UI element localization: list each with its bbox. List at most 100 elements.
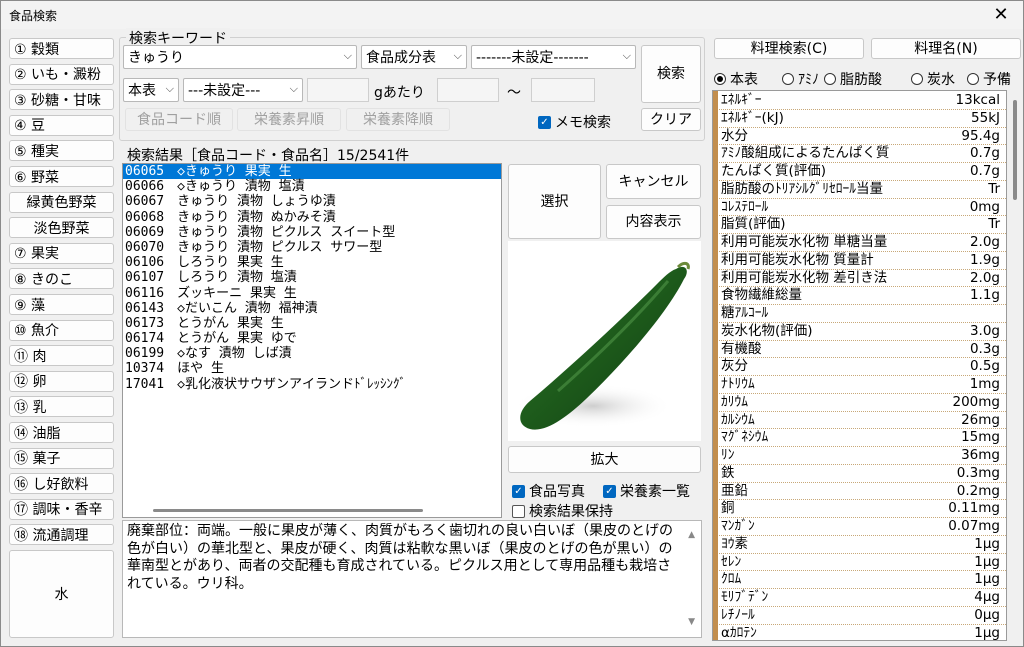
nutrient-row[interactable]: 水分 95.4g: [719, 128, 1006, 146]
nutrient-row[interactable]: ﾚﾁﾉｰﾙ 0μg: [719, 607, 1006, 625]
nutrient-row[interactable]: ｸﾛﾑ 1μg: [719, 571, 1006, 590]
nutrient-select-2[interactable]: ---未設定--- ⌵: [183, 78, 303, 102]
nutrient-list[interactable]: ｴﾈﾙｷﾞｰ 13kcal ｴﾈﾙｷﾞｰ(kJ) 55kJ 水分 95.4g ｱﾐﾉ酸組成に…: [712, 90, 1007, 641]
results-list[interactable]: 06065 ◇きゅうり 果実 生 06066 ◇きゅうり 漬物 塩漬 06067 き…: [122, 163, 502, 518]
nutrient-row[interactable]: ｴﾈﾙｷﾞｰ(kJ) 55kJ: [719, 110, 1006, 128]
category-button[interactable]: 淡色野菜: [9, 217, 114, 239]
nutrient-row[interactable]: ｺﾚｽﾃﾛｰﾙ 0mg: [719, 199, 1006, 217]
table-radio[interactable]: 予備: [967, 69, 1011, 89]
nutrient-row[interactable]: 脂肪酸のﾄﾘｱｼﾙｸﾞﾘｾﾛｰﾙ当量 Tr: [719, 181, 1006, 199]
scrollbar-thumb[interactable]: [1013, 100, 1017, 200]
category-button[interactable]: ⑪ 肉: [9, 345, 114, 367]
result-list-item[interactable]: 06067 きゅうり 漬物 しょうゆ漬: [123, 194, 501, 209]
category-button[interactable]: ① 穀類: [9, 38, 114, 59]
scroll-up-icon[interactable]: ▲: [688, 527, 695, 545]
nutrient-row[interactable]: ﾓﾘﾌﾞﾃﾞﾝ 4μg: [719, 589, 1006, 607]
nutrient-row[interactable]: ｾﾚﾝ 1μg: [719, 554, 1006, 572]
nutrient-row[interactable]: 鉄 0.3mg: [719, 465, 1006, 483]
sort-code-button[interactable]: 食品コード順: [125, 108, 233, 131]
category-button[interactable]: ② いも・澱粉: [9, 63, 114, 85]
nutrient-row[interactable]: ﾅﾄﾘｳﾑ 1mg: [719, 376, 1006, 394]
category-button[interactable]: ⑨ 藻: [9, 294, 114, 315]
search-button[interactable]: 検索: [641, 45, 701, 103]
keyword-input[interactable]: きゅうり ⌵: [123, 45, 357, 69]
result-list-item[interactable]: 06068 きゅうり 漬物 ぬかみそ漬: [123, 210, 501, 225]
cancel-button[interactable]: キャンセル: [606, 164, 701, 199]
category-button[interactable]: ⑬ 乳: [9, 396, 114, 418]
nutrient-row[interactable]: ｴﾈﾙｷﾞｰ 13kcal: [719, 92, 1006, 110]
horizontal-scrollbar[interactable]: [153, 509, 423, 512]
keep-results-checkbox[interactable]: 検索結果保持: [512, 501, 613, 521]
result-list-item[interactable]: 06199 ◇なす 漬物 しば漬: [123, 346, 501, 361]
nutrient-row[interactable]: 利用可能炭水化物 差引き法 2.0g: [719, 270, 1006, 288]
scroll-down-icon[interactable]: ▼: [688, 614, 695, 632]
result-list-item[interactable]: 10374 ほや 生: [123, 361, 501, 376]
nutrient-select[interactable]: -------未設定------- ⌵: [471, 45, 636, 69]
result-list-item[interactable]: 06065 ◇きゅうり 果実 生: [123, 164, 501, 180]
table-radio[interactable]: 本表: [714, 69, 758, 89]
table-radio[interactable]: 炭水: [911, 69, 955, 89]
category-button[interactable]: ⑦ 果実: [9, 242, 114, 264]
nutrient-row[interactable]: 脂質(評価) Tr: [719, 216, 1006, 235]
recipe-search-button[interactable]: 料理検索(C): [714, 38, 864, 59]
result-list-item[interactable]: 06107 しろうり 漬物 塩漬: [123, 270, 501, 285]
result-list-item[interactable]: 06116 ズッキーニ 果実 生: [123, 286, 501, 301]
select-button[interactable]: 選択: [508, 164, 601, 239]
category-button[interactable]: ⑧ きのこ: [9, 268, 114, 290]
nutrient-row[interactable]: たんぱく質(評価) 0.7g: [719, 163, 1006, 181]
range-max-field[interactable]: [531, 78, 595, 102]
category-button[interactable]: ⑩ 魚介: [9, 319, 114, 341]
nutrient-row[interactable]: ｶﾘｳﾑ 200mg: [719, 394, 1006, 412]
clear-button[interactable]: クリア: [641, 108, 701, 131]
range-min-field[interactable]: [437, 78, 499, 102]
result-list-item[interactable]: 06066 ◇きゅうり 漬物 塩漬: [123, 179, 501, 194]
memo-textarea[interactable]: 廃棄部位：両端。一般に果皮が薄く、肉質がもろく歯切れの良い白いぼ（果皮のとげの色…: [122, 520, 702, 638]
table-radio[interactable]: 脂肪酸: [824, 69, 882, 89]
nutrient-row[interactable]: 有機酸 0.3g: [719, 341, 1006, 359]
table-select-2[interactable]: 本表 ⌵: [123, 78, 179, 102]
result-list-item[interactable]: 06143 ◇だいこん 漬物 福神漬: [123, 301, 501, 316]
nutrient-row[interactable]: 食物繊維総量 1.1g: [719, 287, 1006, 306]
amount-field[interactable]: [307, 78, 369, 102]
nutrient-row[interactable]: 糖ｱﾙｺｰﾙ: [719, 305, 1006, 323]
close-icon[interactable]: ✕: [989, 4, 1013, 25]
nutrient-row[interactable]: ﾖｳ素 1μg: [719, 536, 1006, 554]
nutrient-scrollbar[interactable]: [1009, 90, 1021, 641]
category-button[interactable]: ⑫ 卵: [9, 370, 114, 392]
nutrient-row[interactable]: ﾏｸﾞﾈｼｳﾑ 15mg: [719, 429, 1006, 448]
table-radio[interactable]: ｱﾐﾉ: [782, 69, 819, 89]
category-button[interactable]: ⑯ し好飲料: [9, 473, 114, 495]
nutrient-row[interactable]: 銅 0.11mg: [719, 500, 1006, 519]
category-button[interactable]: ⑮ 菓子: [9, 447, 114, 469]
details-button[interactable]: 内容表示: [606, 205, 701, 239]
result-list-item[interactable]: 06173 とうがん 果実 生: [123, 316, 501, 331]
category-button[interactable]: ⑤ 種実: [9, 140, 114, 162]
result-list-item[interactable]: 17041 ◇乳化液状サウザンアイランドﾄﾞﾚｯｼﾝｸﾞ: [123, 377, 501, 392]
category-button[interactable]: ⑱ 流通調理: [9, 524, 114, 546]
nutrient-row[interactable]: ｶﾙｼｳﾑ 26mg: [719, 412, 1006, 430]
enlarge-button[interactable]: 拡大: [508, 446, 701, 473]
nutrient-row[interactable]: ｱﾐﾉ酸組成によるたんぱく質 0.7g: [719, 145, 1006, 164]
table-select[interactable]: 食品成分表 ⌵: [361, 45, 467, 69]
nutrient-row[interactable]: 灰分 0.5g: [719, 358, 1006, 377]
category-button[interactable]: ⑰ 調味・香辛: [9, 498, 114, 520]
nutrient-list-checkbox[interactable]: ✓ 栄養素一覧: [603, 481, 690, 501]
nutrient-row[interactable]: αｶﾛﾃﾝ 1μg: [719, 625, 1006, 641]
category-button[interactable]: ④ 豆: [9, 114, 114, 136]
category-button[interactable]: ③ 砂糖・甘味: [9, 89, 114, 111]
nutrient-row[interactable]: ﾘﾝ 36mg: [719, 447, 1006, 465]
nutrient-row[interactable]: 利用可能炭水化物 単糖当量 2.0g: [719, 234, 1006, 252]
category-button[interactable]: ⑭ 油脂: [9, 422, 114, 443]
recipe-name-button[interactable]: 料理名(N): [871, 38, 1021, 59]
result-list-item[interactable]: 06070 きゅうり 漬物 ピクルス サワー型: [123, 240, 501, 255]
nutrient-row[interactable]: ﾏﾝｶﾞﾝ 0.07mg: [719, 518, 1006, 536]
nutrient-row[interactable]: 利用可能炭水化物 質量計 1.9g: [719, 252, 1006, 270]
water-button[interactable]: 水: [9, 550, 114, 638]
nutrient-row[interactable]: 炭水化物(評価) 3.0g: [719, 323, 1006, 341]
sort-descending-button[interactable]: 栄養素降順: [346, 108, 450, 131]
result-list-item[interactable]: 06106 しろうり 果実 生: [123, 255, 501, 270]
category-button[interactable]: ⑥ 野菜: [9, 166, 114, 187]
memo-search-checkbox[interactable]: ✓ メモ検索: [538, 112, 611, 132]
nutrient-row[interactable]: 亜鉛 0.2mg: [719, 483, 1006, 501]
result-list-item[interactable]: 06069 きゅうり 漬物 ピクルス スイート型: [123, 225, 501, 240]
